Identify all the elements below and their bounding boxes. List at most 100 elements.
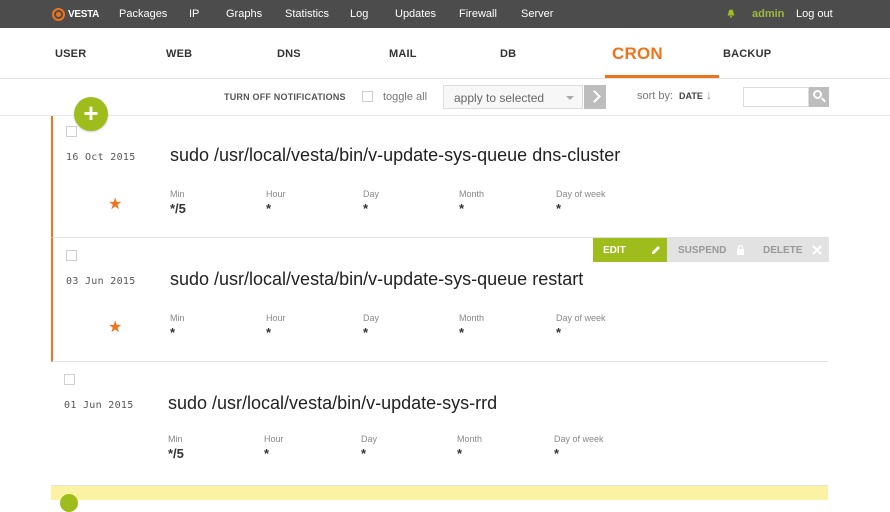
tab-web[interactable]: WEB [166,48,192,60]
bulk-action-select[interactable]: apply to selected [443,85,583,109]
toggle-all-checkbox[interactable] [362,91,373,102]
tab-dns[interactable]: DNS [277,48,301,60]
vesta-logo[interactable]: VESTA [52,7,99,21]
value-dow: * [556,325,562,340]
field-dow: Day of week * [556,189,606,216]
field-month: Month * [459,313,484,340]
cron-job-row: 16 Oct 2015 sudo /usr/local/vesta/bin/v-… [51,116,828,238]
nav-updates[interactable]: Updates [395,8,436,20]
value-day: * [363,201,369,216]
field-min: Min */5 [170,189,186,216]
chevron-down-icon [566,96,574,100]
row-checkbox[interactable] [64,374,75,385]
label-min: Min [170,313,185,323]
nav-firewall[interactable]: Firewall [459,8,497,20]
field-day: Day * [363,313,379,340]
label-month: Month [459,189,485,199]
label-min: Min [170,189,185,199]
field-month: Month * [457,434,482,461]
nav-log[interactable]: Log [350,8,368,20]
vesta-logo-icon [52,7,65,21]
field-min: Min */5 [168,434,184,461]
label-dow: Day of week [554,434,604,444]
value-month: * [457,446,463,461]
pencil-icon [652,246,660,254]
apply-button[interactable] [584,85,606,109]
sort-value[interactable]: DATE [679,91,703,101]
label-min: Min [168,434,183,444]
status-icon [60,494,78,512]
sort-direction-icon[interactable]: ↓ [706,88,712,102]
delete-label: DELETE [763,245,803,256]
field-dow: Day of week * [556,313,606,340]
value-hour: * [266,325,272,340]
delete-button[interactable]: DELETE [753,238,829,262]
row-actions: EDIT SUSPEND DELETE [593,238,829,262]
field-dow: Day of week * [554,434,604,461]
value-dow: * [554,446,560,461]
nav-server[interactable]: Server [521,8,553,20]
logout-link[interactable]: Log out [796,8,833,20]
job-command: sudo /usr/local/vesta/bin/v-update-sys-q… [170,145,621,165]
job-date: 01 Jun 2015 [64,400,134,411]
field-hour: Hour * [266,189,286,216]
value-dow: * [556,201,562,216]
cron-job-row: 01 Jun 2015 sudo /usr/local/vesta/bin/v-… [51,362,828,486]
row-checkbox[interactable] [66,126,77,137]
job-command: sudo /usr/local/vesta/bin/v-update-sys-q… [170,269,584,289]
field-hour: Hour * [266,313,286,340]
lock-icon [737,245,744,255]
edit-button[interactable]: EDIT [593,238,667,262]
label-month: Month [459,313,485,323]
field-month: Month * [459,189,484,216]
logo-text: VESTA [68,8,100,20]
section-tabs: USER WEB DNS MAIL DB CRON BACKUP [0,28,890,79]
tab-mail[interactable]: MAIL [389,48,417,60]
nav-ip[interactable]: IP [189,8,199,20]
value-month: * [459,325,465,340]
tab-backup[interactable]: BACKUP [723,48,771,60]
value-day: * [363,325,369,340]
label-hour: Hour [266,313,286,323]
label-day: Day [363,189,380,199]
tab-user[interactable]: USER [55,48,86,60]
sort-by-label: sort by: [637,90,674,102]
current-user[interactable]: admin [752,8,784,20]
highlighted-row [51,486,828,512]
nav-packages[interactable]: Packages [119,8,167,20]
nav-statistics[interactable]: Statistics [285,8,329,20]
nav-graphs[interactable]: Graphs [226,8,262,20]
label-hour: Hour [266,189,286,199]
field-day: Day * [363,189,379,216]
value-month: * [459,201,465,216]
field-min: Min * [170,313,185,340]
value-min: */5 [168,446,184,461]
row-checkbox[interactable] [66,250,77,261]
turn-off-notifications-link[interactable]: TURN OFF NOTIFICATIONS [224,92,346,102]
tab-db[interactable]: DB [500,48,516,60]
top-navigation-bar: VESTA Packages IP Graphs Statistics Log … [0,0,890,28]
close-icon [812,245,822,255]
label-dow: Day of week [556,313,606,323]
value-day: * [361,446,367,461]
star-icon[interactable]: ★ [108,194,122,214]
list-toolbar: TURN OFF NOTIFICATIONS toggle all apply … [0,79,890,116]
job-command: sudo /usr/local/vesta/bin/v-update-sys-r… [168,393,498,413]
search-button[interactable] [809,87,829,107]
label-month: Month [457,434,483,444]
value-hour: * [266,201,272,216]
label-day: Day [361,434,378,444]
search-input[interactable] [743,87,809,107]
toggle-all-label[interactable]: toggle all [383,91,427,103]
label-day: Day [363,313,380,323]
tab-cron[interactable]: CRON [612,44,663,64]
suspend-label: SUSPEND [678,245,727,256]
star-icon[interactable]: ★ [108,317,122,337]
bell-icon[interactable] [727,9,735,18]
suspend-button[interactable]: SUSPEND [667,238,753,262]
active-tab-indicator [605,75,719,78]
search-icon-handle [821,97,826,103]
value-min: * [170,325,176,340]
add-cron-job-button[interactable]: + [74,97,108,131]
edit-label: EDIT [603,245,626,256]
